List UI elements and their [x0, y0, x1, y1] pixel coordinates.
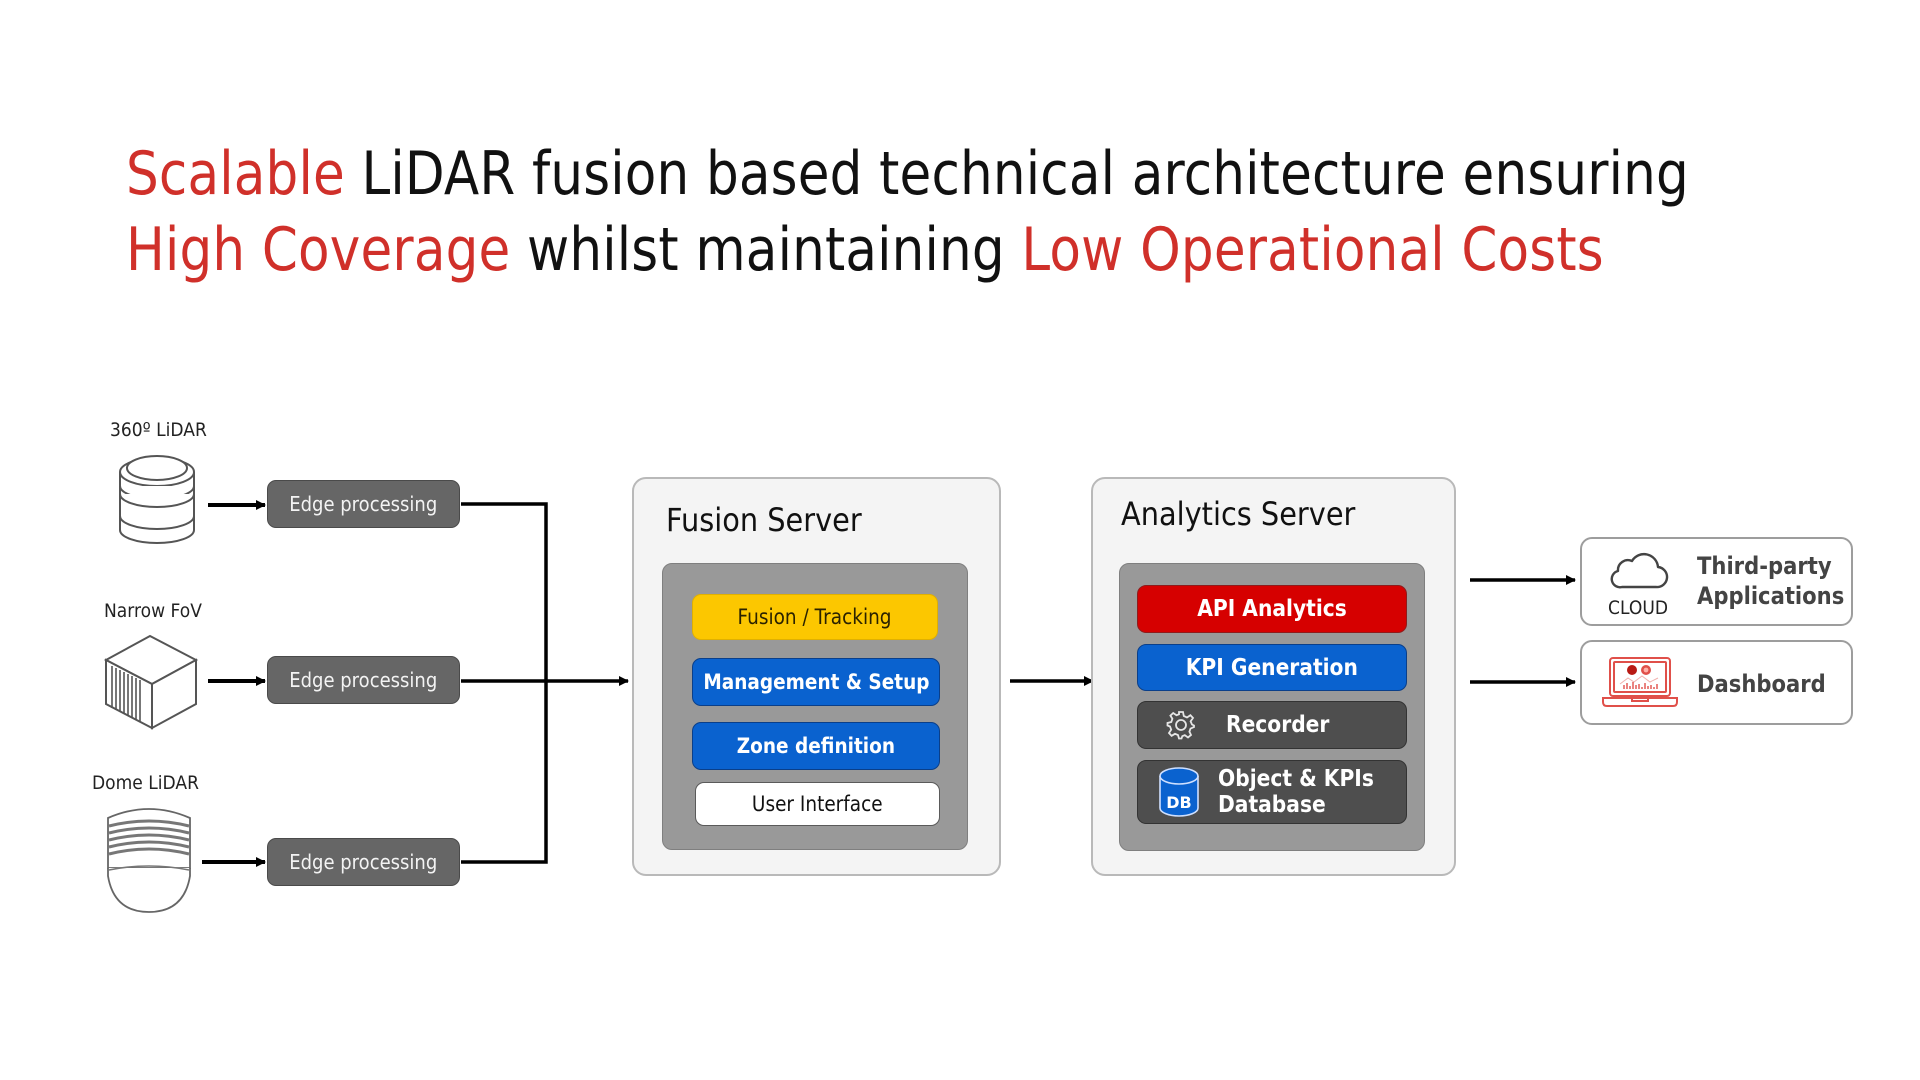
third-party-label: Third-party Applications [1697, 551, 1844, 611]
database-icon: DB [1159, 767, 1199, 817]
analytics-server-title: Analytics Server [1121, 495, 1356, 533]
module-label: Recorder [1226, 712, 1330, 738]
fusion-server-title: Fusion Server [666, 501, 862, 539]
third-party-label-line-1: Third-party [1697, 552, 1832, 580]
cube-lidar-icon [103, 634, 199, 730]
gear-icon [1166, 711, 1195, 740]
output-dashboard: Dashboard [1580, 640, 1853, 725]
analytics-modules-container: API Analytics KPI Generation Recorder DB… [1119, 563, 1425, 851]
module-zone-definition: Zone definition [692, 722, 940, 770]
dashboard-label: Dashboard [1697, 670, 1826, 698]
module-label: Zone definition [736, 734, 896, 758]
output-third-party-applications: CLOUD Third-party Applications [1580, 537, 1853, 626]
module-label: Management & Setup [702, 670, 930, 694]
module-label-line-2: Database [1218, 792, 1326, 818]
module-label: User Interface [752, 792, 883, 816]
module-label: KPI Generation [1185, 654, 1359, 681]
sensor-label-360: 360º LiDAR [110, 419, 207, 441]
title-line-2: High Coverage whilst maintaining Low Ope… [126, 212, 1689, 288]
cylinder-lidar-icon [119, 455, 195, 544]
fusion-modules-container: Fusion / Tracking Management & Setup Zon… [662, 563, 968, 850]
module-recorder: Recorder [1137, 701, 1407, 749]
title-text: LiDAR fusion based technical architectur… [344, 139, 1689, 209]
edge-to-fusion-bus [461, 502, 629, 864]
title-highlight-scalable: Scalable [126, 139, 345, 209]
module-label: API Analytics [1197, 596, 1347, 622]
title-highlight-costs: Low Operational Costs [1021, 215, 1604, 285]
analytics-server: Analytics Server API Analytics KPI Gener… [1091, 477, 1456, 876]
module-kpi-generation: KPI Generation [1137, 644, 1407, 691]
sensor-label-dome: Dome LiDAR [92, 772, 199, 794]
sensor-to-edge-arrows [202, 500, 266, 867]
database-label: Object & KPIs Database [1218, 766, 1395, 818]
edge-processing-narrow: Edge processing [267, 656, 460, 704]
module-fusion-tracking: Fusion / Tracking [692, 594, 938, 640]
bus-top [461, 502, 548, 864]
slide-title: Scalable LiDAR fusion based technical ar… [126, 136, 1689, 288]
module-user-interface: User Interface [695, 782, 940, 826]
laptop-dashboard-icon [1602, 657, 1678, 707]
module-label: Fusion / Tracking [737, 605, 893, 629]
module-label-line-1: Object & KPIs [1218, 766, 1374, 792]
dome-lidar-icon [107, 808, 191, 913]
module-management-setup: Management & Setup [692, 658, 940, 706]
cloud-icon [1610, 552, 1669, 589]
edge-processing-dome: Edge processing [267, 838, 460, 886]
database-icon-text: DB [1166, 793, 1191, 812]
title-highlight-coverage: High Coverage [126, 215, 511, 285]
title-line-1: Scalable LiDAR fusion based technical ar… [126, 136, 1689, 212]
module-api-analytics: API Analytics [1137, 585, 1407, 633]
edge-processing-360: Edge processing [267, 480, 460, 528]
module-object-kpis-database: DB Object & KPIs Database [1137, 760, 1407, 824]
third-party-label-line-2: Applications [1697, 582, 1845, 610]
fusion-server: Fusion Server Fusion / Tracking Manageme… [632, 477, 1001, 876]
sensor-label-narrow: Narrow FoV [104, 600, 202, 622]
title-text: whilst maintaining [510, 215, 1022, 285]
cloud-caption: CLOUD [1608, 597, 1669, 619]
edge-processing-label: Edge processing [289, 668, 438, 692]
edge-processing-label: Edge processing [289, 492, 438, 516]
edge-processing-label: Edge processing [289, 850, 438, 874]
